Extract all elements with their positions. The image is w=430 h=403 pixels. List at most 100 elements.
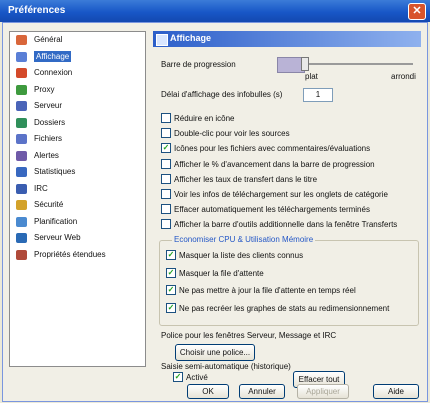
- apply-button[interactable]: Appliquer: [297, 384, 349, 399]
- sidebar-item[interactable]: Connexion: [10, 65, 145, 82]
- slider-thumb[interactable]: [301, 57, 309, 71]
- sidebar-item-label: Propriétés étendues: [34, 249, 106, 259]
- sidebar-item[interactable]: Propriétés étendues: [10, 247, 145, 264]
- checkbox-icon[interactable]: [161, 173, 171, 184]
- categories-sidebar: Général Affichage Connexion Proxy Serveur Dos…: [9, 31, 146, 367]
- sidebar-item[interactable]: Proxy: [10, 82, 145, 99]
- checkbox-checked-icon[interactable]: ✓: [166, 267, 176, 278]
- sidebar-item[interactable]: Statistiques: [10, 164, 145, 181]
- option-checkbox[interactable]: Voir les infos de téléchargement sur les…: [161, 189, 388, 202]
- option-checkbox[interactable]: ✓ Icônes pour les fichiers avec commentai…: [161, 143, 371, 156]
- help-button[interactable]: Aide: [373, 384, 419, 399]
- sidebar-item[interactable]: Affichage: [10, 49, 145, 66]
- checkbox-icon[interactable]: [161, 189, 171, 199]
- option-checkbox[interactable]: Double-clic pour voir les sources: [161, 128, 290, 141]
- checkbox-checked-icon[interactable]: ✓: [166, 302, 176, 313]
- checkbox-checked-icon[interactable]: ✓: [161, 143, 171, 154]
- sidebar-item-label: Fichiers: [34, 134, 63, 143]
- cpu-memory-group: Economiser CPU & Utilisation Mémoire ✓ Ma…: [159, 235, 419, 326]
- option-label: Afficher le % d'avancement dans la barre…: [174, 159, 375, 169]
- option-label: Effacer automatiquement les téléchargeme…: [174, 205, 370, 215]
- sidebar-item[interactable]: Serveur: [10, 98, 145, 115]
- alerts-icon: [16, 150, 27, 161]
- irc-icon: [16, 183, 27, 194]
- option-label: Masquer la liste des clients connus: [179, 251, 304, 261]
- proxy-icon: [16, 84, 27, 95]
- checkbox-icon[interactable]: [161, 158, 171, 169]
- option-label: Masquer la file d'attente: [179, 268, 264, 278]
- folders-icon: [16, 117, 27, 128]
- window-title: Préférences: [8, 5, 66, 16]
- choose-font-button[interactable]: Choisir une police...: [175, 344, 255, 361]
- history-label: Saisie semi-automatique (historique): [161, 362, 291, 371]
- option-label: Double-clic pour voir les sources: [174, 129, 290, 139]
- sidebar-item-label: Serveur: [34, 101, 63, 110]
- webserver-icon: [16, 233, 27, 243]
- general-icon: [16, 35, 27, 45]
- tooltip-delay-label: Délai d'affichage des infobulles (s): [161, 90, 283, 99]
- sidebar-item[interactable]: Planification: [10, 214, 145, 231]
- option-checkbox[interactable]: Effacer automatiquement les téléchargeme…: [161, 204, 370, 217]
- sidebar-item-label: Connexion: [34, 68, 73, 77]
- option-checkbox[interactable]: Afficher la barre d'outils additionnelle…: [161, 219, 398, 232]
- sidebar-item[interactable]: Alertes: [10, 148, 145, 165]
- sidebar-item-label: Planification: [34, 216, 78, 226]
- ok-button[interactable]: OK: [187, 384, 229, 399]
- close-icon[interactable]: ✕: [408, 3, 426, 20]
- checkbox-icon[interactable]: [161, 128, 171, 139]
- option-checkbox[interactable]: ✓ Ne pas mettre à jour la file d'attente …: [166, 285, 356, 298]
- checkbox-checked-icon[interactable]: ✓: [166, 250, 176, 260]
- server-icon: [16, 101, 27, 111]
- option-label: Ne pas mettre à jour la file d'attente e…: [179, 286, 356, 296]
- sidebar-item-label: Affichage: [34, 50, 72, 62]
- statistics-icon: [16, 167, 27, 177]
- font-label: Police pour les fenêtres Serveur, Messag…: [161, 331, 337, 340]
- option-label: Icônes pour les fichiers avec commentair…: [174, 144, 371, 154]
- sidebar-item[interactable]: Sécurité: [10, 197, 145, 214]
- progress-style-slider[interactable]: [305, 63, 413, 65]
- cancel-button[interactable]: Annuler: [239, 384, 285, 399]
- history-active-checkbox[interactable]: ✓ Activé: [173, 372, 208, 383]
- option-checkbox[interactable]: Afficher le % d'avancement dans la barre…: [161, 158, 375, 172]
- checkbox-icon[interactable]: [161, 219, 171, 230]
- sidebar-item-label: Général: [34, 35, 63, 44]
- option-checkbox[interactable]: Réduire en icône: [161, 113, 235, 126]
- title-bar[interactable]: Préférences ✕: [0, 0, 430, 22]
- display-icon: [16, 51, 27, 62]
- option-label: Réduire en icône: [174, 114, 235, 124]
- sidebar-item-label: Serveur Web: [34, 233, 81, 242]
- display-settings-panel: Affichage Barre de progression plat arro…: [153, 31, 421, 365]
- option-checkbox[interactable]: ✓ Masquer la liste des clients connus: [166, 250, 304, 263]
- preferences-window: Général Affichage Connexion Proxy Serveur Dos…: [2, 22, 428, 402]
- checkbox-icon[interactable]: ✓: [173, 372, 183, 382]
- checkbox-checked-icon[interactable]: ✓: [166, 285, 176, 295]
- sidebar-item[interactable]: Général: [10, 32, 145, 49]
- slider-max-label: arrondi: [391, 72, 416, 81]
- sidebar-item[interactable]: Serveur Web: [10, 230, 145, 247]
- option-label: Afficher la barre d'outils additionnelle…: [174, 220, 398, 230]
- checkbox-icon[interactable]: [161, 204, 171, 215]
- display-icon: [156, 34, 168, 46]
- files-icon: [16, 134, 27, 144]
- checkbox-icon[interactable]: [161, 113, 171, 123]
- option-label: Afficher les taux de transfert dans le t…: [174, 174, 318, 184]
- sidebar-item-label: Alertes: [34, 150, 59, 160]
- option-checkbox[interactable]: Afficher les taux de transfert dans le t…: [161, 173, 318, 187]
- panel-title: Affichage: [170, 33, 212, 43]
- sidebar-item-label: Proxy: [34, 84, 55, 94]
- tooltip-delay-input[interactable]: 1: [303, 88, 333, 102]
- sidebar-item[interactable]: Dossiers: [10, 115, 145, 132]
- connection-icon: [16, 68, 27, 78]
- slider-min-label: plat: [305, 72, 318, 81]
- option-checkbox[interactable]: ✓ Ne pas recréer les graphes de stats au …: [166, 302, 389, 316]
- option-label: Voir les infos de téléchargement sur les…: [174, 190, 388, 200]
- history-active-label: Activé: [186, 373, 208, 383]
- progress-bar-label: Barre de progression: [161, 60, 236, 69]
- option-checkbox[interactable]: ✓ Masquer la file d'attente: [166, 267, 264, 281]
- schedule-icon: [16, 216, 27, 227]
- panel-header: Affichage: [153, 31, 421, 47]
- sidebar-item-label: Dossiers: [34, 117, 66, 127]
- sidebar-item[interactable]: IRC: [10, 181, 145, 198]
- sidebar-item[interactable]: Fichiers: [10, 131, 145, 148]
- extended-props-icon: [16, 249, 27, 260]
